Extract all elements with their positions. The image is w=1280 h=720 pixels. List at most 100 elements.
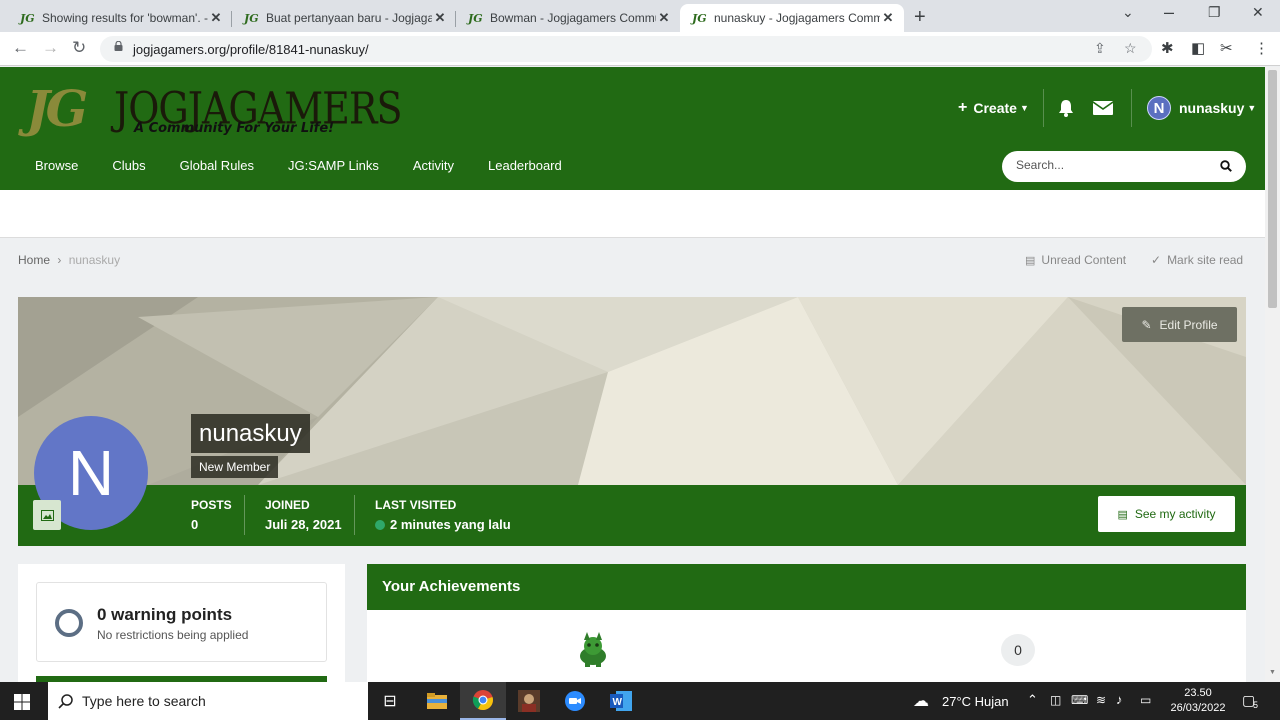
wifi-icon[interactable]: ≋ bbox=[1096, 693, 1106, 707]
search-icon bbox=[58, 694, 73, 709]
see-activity-button[interactable]: ▤ See my activity bbox=[1098, 496, 1235, 532]
page-scrollbar[interactable]: ▲ ▼ bbox=[1265, 67, 1280, 682]
achievements-panel: Your Achievements 0 bbox=[367, 564, 1246, 682]
task-view-icon[interactable]: ⊟ bbox=[367, 682, 413, 720]
achievements-heading: Your Achievements bbox=[367, 564, 1246, 610]
close-window-icon[interactable]: ✕ bbox=[1252, 4, 1264, 21]
tab-title: Buat pertanyaan baru - Jogjagam bbox=[266, 11, 432, 25]
language-icon[interactable]: ⌨ bbox=[1071, 693, 1088, 707]
share-icon[interactable]: ⇪ bbox=[1094, 40, 1106, 57]
tab-title: Showing results for 'bowman'. - J bbox=[42, 11, 208, 25]
chevron-down-icon[interactable]: ⌄ bbox=[1122, 4, 1134, 21]
messages-button[interactable] bbox=[1093, 93, 1113, 123]
newspaper-icon: ▤ bbox=[1025, 254, 1036, 267]
browser-tab[interactable]: JG Buat pertanyaan baru - Jogjagam ✕ bbox=[232, 4, 456, 32]
breadcrumb-current: nunaskuy bbox=[68, 253, 121, 267]
chevron-right-icon: › bbox=[57, 253, 62, 267]
word-icon[interactable]: W bbox=[598, 682, 644, 720]
new-tab-icon[interactable]: + bbox=[914, 6, 926, 29]
stat-label: Joined bbox=[265, 498, 310, 512]
windows-taskbar: Type here to search ⊟ W ☁ 27°C Hujan ⌃ ◫… bbox=[0, 682, 1280, 720]
bookmark-star-icon[interactable]: ☆ bbox=[1124, 40, 1137, 57]
profile-extension-icon[interactable]: ✂ bbox=[1220, 39, 1233, 57]
close-icon[interactable]: ✕ bbox=[208, 10, 224, 26]
taskbar-search[interactable]: Type here to search bbox=[48, 682, 368, 720]
create-button[interactable]: + Create ▼ bbox=[958, 93, 1029, 123]
nav-leaderboard[interactable]: Leaderboard bbox=[471, 151, 579, 181]
stat-posts: Posts 0 bbox=[191, 498, 232, 532]
scroll-down-icon[interactable]: ▼ bbox=[1269, 669, 1276, 676]
reload-icon[interactable]: ↻ bbox=[72, 38, 86, 58]
address-bar[interactable]: jogjagamers.org/profile/81841-nunaskuy/ … bbox=[100, 36, 1152, 62]
nav-browse[interactable]: Browse bbox=[18, 151, 95, 181]
restore-icon[interactable]: ❐ bbox=[1208, 4, 1221, 21]
image-icon bbox=[40, 509, 54, 521]
close-icon[interactable]: ✕ bbox=[656, 10, 672, 26]
weather-text[interactable]: 27°C Hujan bbox=[942, 694, 1009, 709]
chrome-icon[interactable] bbox=[460, 682, 506, 720]
svg-text:W: W bbox=[613, 697, 623, 708]
edit-profile-button[interactable]: ✎ Edit Profile bbox=[1122, 307, 1237, 342]
unread-label: Unread Content bbox=[1041, 253, 1127, 267]
site-header: JG JOGJAGAMERS A Community For Your Life… bbox=[0, 67, 1265, 190]
stat-divider bbox=[244, 495, 245, 535]
file-explorer-icon[interactable] bbox=[414, 682, 460, 720]
warning-points-box: 0 warning points No restrictions being a… bbox=[36, 582, 327, 662]
notifications-button[interactable] bbox=[1057, 93, 1075, 123]
minimize-icon[interactable]: – bbox=[1164, 2, 1174, 23]
nav-activity[interactable]: Activity bbox=[396, 151, 471, 181]
site-logo[interactable]: JG JOGJAGAMERS A Community For Your Life… bbox=[26, 79, 403, 141]
windows-start-icon[interactable] bbox=[14, 694, 30, 710]
browser-tab-active[interactable]: JG nunaskuy - Jogjagamers Commu ✕ bbox=[680, 4, 904, 32]
mark-read-link[interactable]: ✓ Mark site read bbox=[1151, 253, 1243, 267]
site-search bbox=[1002, 151, 1246, 182]
stat-value: 0 bbox=[191, 517, 199, 532]
forward-icon[interactable]: → bbox=[42, 38, 59, 58]
plus-icon: + bbox=[958, 99, 968, 116]
see-activity-label: See my activity bbox=[1134, 507, 1216, 521]
speaker-icon[interactable]: ♪ bbox=[1116, 692, 1123, 707]
keyboard-icon[interactable]: ▭ bbox=[1140, 693, 1151, 707]
scrollbar-thumb[interactable] bbox=[1268, 70, 1277, 308]
clock-time: 23.50 bbox=[1184, 687, 1212, 699]
nav-jgsamp-links[interactable]: JG:SAMP Links bbox=[271, 151, 396, 181]
avatar: N bbox=[1147, 96, 1171, 120]
close-icon[interactable]: ✕ bbox=[880, 10, 896, 26]
username-label: nunaskuy bbox=[1179, 100, 1245, 116]
breadcrumb-home[interactable]: Home bbox=[18, 253, 50, 267]
edit-profile-label: Edit Profile bbox=[1159, 317, 1218, 332]
tray-chevron-up-icon[interactable]: ⌃ bbox=[1027, 692, 1038, 708]
profile-username: nunaskuy bbox=[191, 414, 310, 453]
meet-now-icon[interactable]: ◫ bbox=[1050, 693, 1061, 707]
nav-global-rules[interactable]: Global Rules bbox=[163, 151, 271, 181]
search-input[interactable] bbox=[1016, 158, 1206, 172]
back-icon[interactable]: ← bbox=[12, 38, 29, 58]
warning-ring-icon bbox=[55, 609, 83, 637]
bell-icon bbox=[1059, 100, 1073, 117]
browser-tab[interactable]: JG Bowman - Jogjagamers Commun ✕ bbox=[456, 4, 680, 32]
change-cover-button[interactable] bbox=[33, 500, 61, 530]
taskbar-clock[interactable]: 23.50 26/03/2022 bbox=[1168, 686, 1228, 716]
unread-content-link[interactable]: ▤ Unread Content bbox=[1025, 253, 1126, 267]
weather-cloud-icon[interactable]: ☁ bbox=[913, 691, 929, 711]
lock-icon bbox=[114, 41, 123, 51]
user-menu[interactable]: N nunaskuy ▼ bbox=[1147, 93, 1256, 123]
close-icon[interactable]: ✕ bbox=[432, 10, 448, 26]
menu-dots-icon[interactable]: ⋮ bbox=[1254, 39, 1269, 57]
game-app-icon[interactable] bbox=[506, 682, 552, 720]
header-divider bbox=[1043, 89, 1044, 127]
achievement-rank-icon[interactable] bbox=[577, 632, 609, 668]
extensions-icon[interactable]: ✱ bbox=[1161, 39, 1174, 57]
logo-tagline: A Community For Your Life! bbox=[134, 121, 335, 136]
nav-clubs[interactable]: Clubs bbox=[95, 151, 162, 181]
warning-subtitle: No restrictions being applied bbox=[97, 628, 249, 642]
check-icon: ✓ bbox=[1151, 253, 1162, 267]
browser-tab[interactable]: JG Showing results for 'bowman'. - J ✕ bbox=[8, 4, 232, 32]
url-text: jogjagamers.org/profile/81841-nunaskuy/ bbox=[133, 42, 369, 57]
stat-value: Juli 28, 2021 bbox=[265, 517, 342, 532]
taskbar-search-placeholder: Type here to search bbox=[82, 693, 206, 709]
zoom-icon[interactable] bbox=[552, 682, 598, 720]
search-icon[interactable] bbox=[1220, 160, 1232, 172]
online-status-icon bbox=[375, 519, 385, 530]
side-panel-icon[interactable]: ◧ bbox=[1191, 39, 1205, 57]
